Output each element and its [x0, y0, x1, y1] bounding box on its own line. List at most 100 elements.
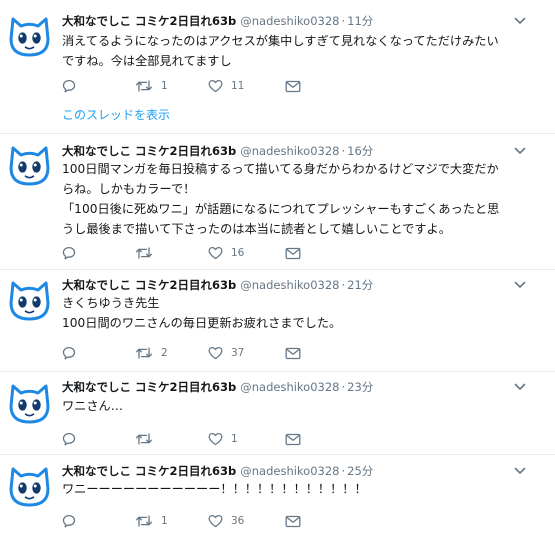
author-handle[interactable]: @nadeshiko0328	[240, 144, 339, 158]
like-count: 36	[231, 515, 245, 527]
author-name[interactable]: 大和なでしこ コミケ2日目れ63b	[62, 144, 236, 158]
direct-message-button[interactable]	[285, 513, 301, 529]
reply-button[interactable]	[62, 431, 84, 447]
reply-icon	[62, 246, 76, 260]
like-button[interactable]: 37	[208, 345, 244, 361]
reply-button[interactable]	[62, 78, 84, 94]
tweet[interactable]: 大和なでしこ コミケ2日目れ63b @nadeshiko0328 · 23分ワニさん……	[0, 372, 555, 455]
direct-message-button[interactable]	[285, 78, 301, 94]
tweet-timestamp[interactable]: 23分	[347, 380, 373, 394]
tweet-actions: 1 11	[62, 78, 322, 94]
retweet-icon	[135, 514, 153, 528]
avatar[interactable]	[9, 463, 50, 508]
like-count: 1	[231, 433, 238, 445]
tweet-timestamp[interactable]: 21分	[347, 278, 373, 292]
tweet-text-line: 100日間マンガを毎日投稿するって描いてる身だからわかるけどマジで大変だか	[62, 162, 499, 176]
author-name[interactable]: 大和なでしこ コミケ2日目れ63b	[62, 464, 236, 478]
tweet-text-line: 「100日後に死ぬワニ」が話題になるにつれてプレッシャーもすごくあったと思	[62, 202, 500, 216]
heart-icon	[208, 246, 223, 260]
author-handle[interactable]: @nadeshiko0328	[240, 380, 339, 394]
retweet-count: 1	[161, 515, 168, 527]
like-button[interactable]: 36	[208, 513, 244, 529]
heart-icon	[208, 432, 223, 446]
author-handle[interactable]: @nadeshiko0328	[240, 278, 339, 292]
like-count: 11	[231, 80, 245, 92]
timeline: 大和なでしこ コミケ2日目れ63b @nadeshiko0328 · 11分 消えてるよ…	[0, 0, 555, 535]
tweet[interactable]: 大和なでしこ コミケ2日目れ63b @nadeshiko0328 · 16分 100日間…	[0, 134, 555, 270]
retweet-button[interactable]: 2	[135, 345, 168, 361]
tweet-text-line: きくちゆうき先生	[62, 296, 160, 310]
tweet-actions: 16	[62, 245, 322, 261]
direct-message-button[interactable]	[285, 245, 301, 261]
tweet-header: 大和なでしこ コミケ2日目れ63b @nadeshiko0328 · 23分	[62, 378, 373, 396]
tweet-text: 消えてるようになったのはアクセスが集中しすぎて見れなくなってただけみたい ですね。…	[62, 31, 542, 71]
avatar[interactable]	[9, 142, 50, 187]
author-handle[interactable]: @nadeshiko0328	[240, 14, 339, 28]
heart-icon	[208, 514, 223, 528]
retweet-button[interactable]	[135, 245, 161, 261]
separator-dot: ·	[341, 464, 346, 478]
direct-message-button[interactable]	[285, 431, 301, 447]
reply-icon	[62, 514, 76, 528]
separator-dot: ·	[341, 278, 346, 292]
tweet[interactable]: 大和なでしこ コミケ2日目れ63b @nadeshiko0328 · 25分ワニーーー…	[0, 455, 555, 535]
separator-dot: ·	[341, 14, 346, 28]
retweet-count: 2	[161, 347, 168, 359]
tweet-text-line: ワニさん…	[62, 399, 123, 413]
retweet-button[interactable]: 1	[135, 513, 168, 529]
tweet-text: 100日間マンガを毎日投稿するって描いてる身だからわかるけどマジで大変だか らね。…	[62, 159, 542, 239]
like-button[interactable]: 16	[208, 245, 244, 261]
tweet-timestamp[interactable]: 25分	[347, 464, 373, 478]
retweet-icon	[135, 346, 153, 360]
author-handle[interactable]: @nadeshiko0328	[240, 464, 339, 478]
tweet-header: 大和なでしこ コミケ2日目れ63b @nadeshiko0328 · 25分	[62, 462, 373, 480]
separator-dot: ·	[341, 144, 346, 158]
tweet-actions: 1	[62, 431, 322, 447]
chevron-down-icon[interactable]	[513, 464, 527, 478]
retweet-button[interactable]: 1	[135, 78, 168, 94]
chevron-down-icon[interactable]	[513, 278, 527, 292]
tweet[interactable]: 大和なでしこ コミケ2日目れ63b @nadeshiko0328 · 21分きくちゆう…	[0, 270, 555, 372]
tweet-timestamp[interactable]: 11分	[347, 14, 373, 28]
retweet-icon	[135, 432, 153, 446]
retweet-icon	[135, 246, 153, 260]
like-button[interactable]: 1	[208, 431, 238, 447]
envelope-icon	[285, 347, 301, 360]
tweet-actions: 1 36	[62, 513, 322, 529]
tweet-timestamp[interactable]: 16分	[347, 144, 373, 158]
avatar[interactable]	[9, 277, 50, 322]
reply-icon	[62, 79, 76, 93]
envelope-icon	[285, 80, 301, 93]
tweet-text-line: ワニーーーーーーーーーーー！！！！！！！！！！！！	[62, 482, 367, 496]
author-name[interactable]: 大和なでしこ コミケ2日目れ63b	[62, 14, 236, 28]
separator-dot: ·	[341, 380, 346, 394]
chevron-down-icon[interactable]	[513, 380, 527, 394]
retweet-icon	[135, 79, 153, 93]
tweet-text-line: 100日間のワニさんの毎日更新お疲れさまでした。	[62, 316, 342, 330]
heart-icon	[208, 79, 223, 93]
chevron-down-icon[interactable]	[513, 14, 527, 28]
tweet-header: 大和なでしこ コミケ2日目れ63b @nadeshiko0328 · 16分	[62, 142, 373, 160]
reply-button[interactable]	[62, 245, 84, 261]
tweet-text-line: らね。しかもカラーで！	[62, 182, 196, 196]
tweet-text: ワニさん…	[62, 396, 542, 416]
reply-button[interactable]	[62, 513, 84, 529]
tweet-actions: 2 37	[62, 345, 322, 361]
author-name[interactable]: 大和なでしこ コミケ2日目れ63b	[62, 380, 236, 394]
tweet[interactable]: 大和なでしこ コミケ2日目れ63b @nadeshiko0328 · 11分消えてるよ…	[0, 0, 555, 134]
direct-message-button[interactable]	[285, 345, 301, 361]
show-thread-link[interactable]: このスレッドを表示	[62, 107, 170, 123]
chevron-down-icon[interactable]	[513, 144, 527, 158]
retweet-count: 1	[161, 80, 168, 92]
tweet-text: ワニーーーーーーーーーーー！！！！！！！！！！！！	[62, 479, 542, 499]
like-button[interactable]: 11	[208, 78, 244, 94]
avatar[interactable]	[9, 13, 50, 58]
envelope-icon	[285, 247, 301, 260]
envelope-icon	[285, 433, 301, 446]
retweet-button[interactable]	[135, 431, 161, 447]
tweet-header: 大和なでしこ コミケ2日目れ63b @nadeshiko0328 · 11分	[62, 12, 373, 30]
like-count: 37	[231, 347, 245, 359]
reply-button[interactable]	[62, 345, 84, 361]
avatar[interactable]	[9, 380, 50, 425]
author-name[interactable]: 大和なでしこ コミケ2日目れ63b	[62, 278, 236, 292]
